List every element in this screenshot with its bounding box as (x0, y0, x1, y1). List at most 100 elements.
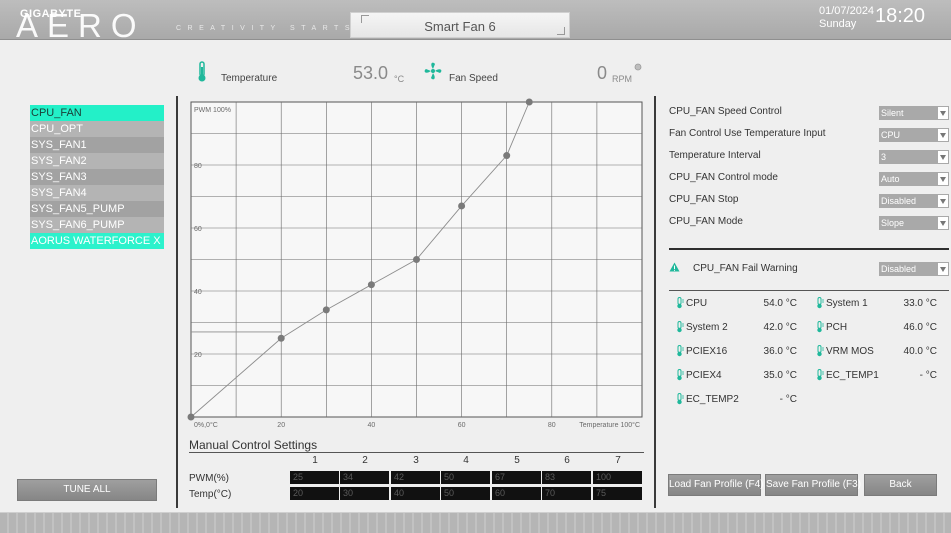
temperature-sensor-label: System 2 (686, 322, 728, 333)
setting-select[interactable]: Slope (879, 216, 949, 230)
pwm-input-cell[interactable]: 67 (492, 471, 541, 484)
setting-label: CPU_FAN Control mode (669, 172, 778, 183)
chevron-down-icon (937, 106, 949, 120)
setting-value: CPU (881, 130, 901, 140)
curve-point[interactable] (503, 152, 511, 160)
fan-list-item[interactable]: SYS_FAN2 (30, 153, 164, 169)
pwm-input-cell[interactable]: 42 (391, 471, 440, 484)
curve-point[interactable] (322, 306, 330, 314)
fail-warning-value: Disabled (881, 264, 917, 274)
temp-input-cell[interactable]: 70 (542, 487, 591, 500)
thermometer-icon (817, 345, 824, 357)
fan-speed-unit: RPM (612, 74, 632, 84)
temperature-sensor-value: 54.0 °C (763, 298, 797, 309)
fan-list-item[interactable]: SYS_FAN5_PUMP (30, 201, 164, 217)
manual-control-column-header: 5 (514, 455, 520, 466)
chevron-down-icon (937, 216, 949, 230)
setting-value: Slope (881, 218, 905, 228)
temperature-sensor-value: 35.0 °C (763, 370, 797, 381)
pwm-input-cell[interactable]: 83 (542, 471, 591, 484)
setting-select[interactable]: CPU (879, 128, 949, 142)
chevron-down-icon (937, 172, 949, 186)
fan-curve-chart[interactable]: 20 40 60 80 20 40 60 80 PWM 100% Temperature 100°… (186, 96, 651, 434)
temperature-sensor-value: 40.0 °C (903, 346, 937, 357)
setting-select[interactable]: Auto (879, 172, 949, 186)
pwm-input-cell[interactable]: 50 (441, 471, 490, 484)
chevron-down-icon (937, 194, 949, 208)
fan-list-item[interactable]: SYS_FAN1 (30, 137, 164, 153)
setting-value: Silent (881, 108, 904, 118)
warning-icon (669, 262, 680, 272)
back-button[interactable]: Back (864, 474, 937, 496)
setting-value: Disabled (881, 196, 917, 206)
x-tick-label: 80 (548, 422, 556, 429)
header-bar: AERO GIGABYTE CREATIVITY STARTS HERE Sma… (0, 0, 951, 42)
thermometer-icon (198, 61, 206, 82)
fan-list-item[interactable]: SYS_FAN3 (30, 169, 164, 185)
setting-label: Temperature Interval (669, 150, 761, 161)
manual-control-column-header: 3 (413, 455, 419, 466)
temperature-divider (669, 290, 949, 291)
thermometer-icon (677, 393, 684, 405)
curve-point[interactable] (413, 256, 420, 263)
save-fan-profile-button[interactable]: Save Fan Profile (F3) (765, 474, 861, 496)
tune-all-button[interactable]: TUNE ALL (17, 479, 157, 501)
fan-speed-label: Fan Speed (449, 73, 498, 84)
curve-point[interactable] (367, 281, 375, 289)
manual-control-column-header: 6 (564, 455, 570, 466)
y-axis-label: PWM 100% (194, 107, 231, 114)
thermometer-icon (677, 321, 684, 333)
temperature-sensor-value: 33.0 °C (903, 298, 937, 309)
pwm-input-cell[interactable]: 25 (290, 471, 339, 484)
curve-point[interactable] (458, 202, 466, 210)
setting-select[interactable]: Disabled (879, 194, 949, 208)
fan-list-item[interactable]: SYS_FAN6_PUMP (30, 217, 164, 233)
pwm-input-cell[interactable]: 34 (340, 471, 389, 484)
chevron-down-icon (937, 150, 949, 164)
y-tick-label: 40 (194, 289, 202, 296)
fan-list-item[interactable]: AORUS WATERFORCE X II 360 (30, 233, 164, 249)
curve-point[interactable] (187, 413, 195, 421)
temp-input-cell[interactable]: 50 (441, 487, 490, 500)
fan-list-item[interactable]: CPU_FAN (30, 105, 164, 121)
setting-label: CPU_FAN Stop (669, 194, 739, 205)
temperature-value: 53.0 (353, 63, 389, 83)
setting-label: Fan Control Use Temperature Input (669, 128, 826, 139)
temperature-sensor-label: PCIEX4 (686, 370, 722, 381)
fan-list-item[interactable]: CPU_OPT (30, 121, 164, 137)
temp-input-cell[interactable]: 30 (340, 487, 389, 500)
thermometer-icon (677, 297, 684, 309)
origin-label: 0%,0°C (194, 421, 218, 429)
gigabyte-brand: GIGABYTE (20, 8, 82, 20)
thermometer-icon (677, 345, 684, 357)
setting-label: CPU_FAN Mode (669, 216, 743, 227)
settings-divider (669, 248, 949, 250)
pwm-input-cell[interactable]: 100 (593, 471, 642, 484)
fan-list-item[interactable]: SYS_FAN4 (30, 185, 164, 201)
manual-control-column-header: 4 (463, 455, 469, 466)
load-fan-profile-button[interactable]: Load Fan Profile (F4) (668, 474, 764, 496)
time-display: 18:20 (875, 5, 926, 27)
day-display: Sunday (819, 18, 857, 30)
manual-control-row-label: Temp(°C) (189, 489, 232, 500)
temperature-sensor-value: - °C (919, 370, 937, 381)
setting-value: Auto (881, 174, 900, 184)
curve-point[interactable] (277, 334, 285, 342)
temp-input-cell[interactable]: 75 (593, 487, 642, 500)
curve-point[interactable] (525, 98, 533, 106)
setting-value: 3 (881, 152, 887, 162)
temp-input-cell[interactable]: 60 (492, 487, 541, 500)
temperature-sensor-value: - °C (779, 394, 797, 405)
setting-select[interactable]: 3 (879, 150, 949, 164)
fail-warning-select[interactable]: Disabled (879, 262, 949, 276)
page-title-box: Smart Fan 6 (350, 12, 570, 38)
thermometer-icon (677, 369, 684, 381)
temperature-sensor-label: PCH (826, 322, 848, 333)
manual-control-divider (189, 452, 644, 453)
temp-input-cell[interactable]: 20 (290, 487, 339, 500)
y-tick-label: 80 (194, 163, 202, 170)
status-dot-icon (634, 63, 642, 71)
temp-input-cell[interactable]: 40 (391, 487, 440, 500)
setting-select[interactable]: Silent (879, 106, 949, 120)
fail-warning-label: CPU_FAN Fail Warning (693, 263, 798, 274)
